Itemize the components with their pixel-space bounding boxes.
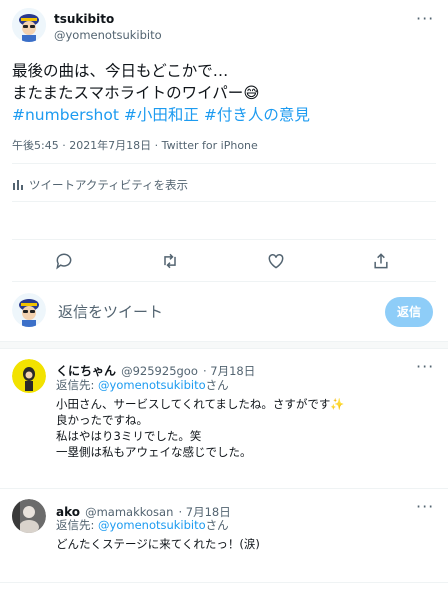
reply-to-handle[interactable]: @yomenotsukibito bbox=[98, 378, 206, 392]
reply-author-handle[interactable]: @925925goo bbox=[121, 364, 198, 378]
author-name[interactable]: tsukibito bbox=[54, 12, 114, 26]
reply-line: 小田さん、サービスしてくれてましたね。さすがです✨ bbox=[56, 397, 345, 411]
divider bbox=[12, 281, 436, 282]
hashtag-link[interactable]: #numbershot bbox=[12, 106, 119, 124]
reply-line: 私はやはり3ミリでした。笑 bbox=[56, 429, 202, 443]
divider bbox=[12, 163, 436, 164]
reply-avatar[interactable] bbox=[12, 359, 46, 393]
reply-to-handle[interactable]: @yomenotsukibito bbox=[98, 518, 206, 532]
more-icon[interactable]: ··· bbox=[416, 357, 434, 376]
share-icon[interactable] bbox=[371, 251, 391, 271]
tweet-line-2: またまたスマホライトのワイパー😅 bbox=[12, 82, 436, 104]
reply-line: 良かったですね。 bbox=[56, 413, 148, 427]
reply-to-suffix: さん bbox=[205, 518, 229, 532]
tweet-line-1: 最後の曲は、今日もどこかで… bbox=[12, 62, 229, 80]
tweet-text: 最後の曲は、今日もどこかで… またまたスマホライトのワイパー😅 #numbers… bbox=[12, 60, 436, 126]
author-handle[interactable]: @yomenotsukibito bbox=[54, 28, 162, 42]
reply-line: どんたくステージに来てくれたっ！(涙) bbox=[56, 537, 260, 551]
user-avatar[interactable] bbox=[12, 293, 46, 327]
divider bbox=[0, 488, 448, 489]
sweat-smile-emoji: 😅 bbox=[243, 84, 260, 102]
tweet-hashtags: #numbershot #小田和正 #付き人の意見 bbox=[12, 104, 436, 126]
reply-input[interactable]: 返信をツイート bbox=[58, 301, 163, 322]
reply-text: どんたくステージに来てくれたっ！(涙) bbox=[56, 536, 436, 552]
reply-to: 返信先: @yomenotsukibitoさん bbox=[56, 377, 229, 393]
divider bbox=[12, 201, 436, 202]
analytics-icon bbox=[12, 175, 24, 194]
reply-to: 返信先: @yomenotsukibitoさん bbox=[56, 517, 229, 533]
analytics-link[interactable]: ツイートアクティビティを表示 bbox=[12, 175, 188, 194]
reply-line: 一塁側は私もアウェイな感じでした。 bbox=[56, 445, 252, 459]
author-avatar[interactable] bbox=[12, 8, 46, 42]
hashtag-link[interactable]: #付き人の意見 bbox=[204, 106, 310, 124]
divider bbox=[12, 239, 436, 240]
reply-text: 小田さん、サービスしてくれてましたね。さすがです✨ 良かったですね。 私はやはり… bbox=[56, 396, 436, 460]
more-icon[interactable]: ··· bbox=[416, 497, 434, 516]
hashtag-link[interactable]: #小田和正 bbox=[124, 106, 199, 124]
reply-to-prefix: 返信先: bbox=[56, 518, 99, 532]
reply-to-prefix: 返信先: bbox=[56, 378, 99, 392]
divider bbox=[0, 582, 448, 583]
reply-icon[interactable] bbox=[54, 251, 74, 271]
reply-date[interactable]: · 7月18日 bbox=[203, 364, 255, 378]
reply-author-name[interactable]: くにちゃん bbox=[56, 364, 116, 378]
retweet-icon[interactable] bbox=[160, 251, 180, 271]
analytics-label: ツイートアクティビティを表示 bbox=[29, 177, 189, 192]
section-separator bbox=[0, 341, 448, 349]
reply-button[interactable]: 返信 bbox=[385, 297, 433, 327]
reply-avatar[interactable] bbox=[12, 499, 46, 533]
tweet-line-2-text: またまたスマホライトのワイパー bbox=[12, 84, 244, 102]
more-icon[interactable]: ··· bbox=[416, 9, 434, 28]
tweet-timestamp[interactable]: 午後5:45 · 2021年7月18日 · Twitter for iPhone bbox=[12, 137, 258, 153]
like-icon[interactable] bbox=[266, 251, 286, 271]
reply-to-suffix: さん bbox=[205, 378, 229, 392]
